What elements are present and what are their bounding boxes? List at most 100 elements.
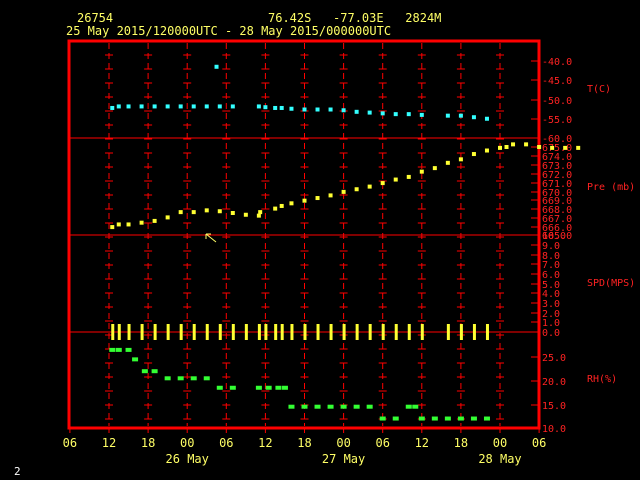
hour-label: 06	[532, 436, 546, 450]
temperature-point	[445, 113, 450, 118]
wind-speed-mark	[316, 324, 320, 340]
temperature-point	[230, 104, 235, 109]
rh-point	[392, 416, 399, 421]
hour-label: 06	[375, 436, 389, 450]
rh-point	[265, 385, 272, 390]
pressure-point	[256, 213, 261, 218]
pressure-point	[165, 215, 170, 220]
day-label: 28 May	[478, 452, 521, 466]
rh-point	[444, 416, 451, 421]
pressure-point	[139, 220, 144, 225]
pressure-point	[191, 210, 196, 215]
temperature-point	[393, 112, 398, 117]
pressure-point	[279, 203, 284, 208]
wind-speed-mark	[111, 324, 115, 340]
axis-tick-label: -40.0	[542, 57, 572, 68]
temperature-point	[273, 105, 278, 110]
wind-speed-mark	[342, 324, 346, 340]
pressure-point	[524, 142, 529, 147]
pressure-point	[406, 174, 411, 179]
wind-speed-mark	[368, 324, 372, 340]
rh-point	[327, 404, 334, 409]
temperature-point	[419, 112, 424, 117]
axis-tick-label: -45.0	[542, 76, 572, 87]
wind-speed-mark	[274, 324, 278, 340]
temperature-point	[380, 111, 385, 116]
pressure-point	[484, 148, 489, 153]
rh-point	[132, 357, 139, 362]
rh-point	[151, 369, 158, 374]
rh-point	[109, 347, 116, 352]
wind-speed-mark	[290, 324, 294, 340]
wind-speed-mark	[192, 324, 196, 340]
rh-point	[164, 376, 171, 381]
rh-point	[203, 376, 210, 381]
rh-point	[301, 404, 308, 409]
pressure-point	[471, 152, 476, 157]
pressure-point	[152, 218, 157, 223]
temperature-point	[178, 104, 183, 109]
pressure-point	[445, 160, 450, 165]
wind-speed-mark	[127, 324, 131, 340]
rh-point	[457, 416, 464, 421]
pressure-point	[243, 212, 248, 217]
wind-speed-mark	[205, 324, 209, 340]
pressure-point	[458, 157, 463, 162]
rh-point	[125, 347, 132, 352]
wind-speed-mark	[303, 324, 307, 340]
rh-point	[177, 376, 184, 381]
temperature-point	[152, 104, 157, 109]
temperature-point	[139, 104, 144, 109]
rh-point	[115, 347, 122, 352]
pressure-point	[302, 198, 307, 203]
axis-tick-label: -55.0	[542, 115, 572, 126]
pressure-point	[341, 189, 346, 194]
temperature-point	[263, 105, 268, 110]
day-label: 26 May	[166, 452, 209, 466]
rh-point	[470, 416, 477, 421]
pressure-point	[328, 193, 333, 198]
axis-tick-label: -50.0	[542, 96, 572, 107]
rh-point	[366, 404, 373, 409]
pressure-point	[110, 225, 115, 230]
rh-point	[483, 416, 490, 421]
pressure-point	[230, 211, 235, 215]
temperature-point	[116, 104, 121, 109]
rh-point	[141, 369, 148, 374]
axis-tick-label: 15.0	[542, 401, 566, 412]
pressure-point	[380, 181, 385, 186]
temperature-point	[354, 109, 359, 114]
temperature-point	[110, 105, 115, 110]
pressure-point	[432, 166, 437, 171]
hour-label: 12	[258, 436, 272, 450]
pressure-point	[537, 145, 542, 149]
wind-speed-mark	[394, 324, 398, 340]
temperature-point	[126, 104, 131, 109]
axis-tick-label: 10.0	[542, 424, 566, 435]
temperature-point	[302, 107, 307, 112]
wind-speed-mark	[329, 324, 333, 340]
hour-label: 00	[493, 436, 507, 450]
wind-speed-mark	[218, 324, 222, 340]
rh-point	[190, 376, 197, 381]
rh-point	[340, 404, 347, 409]
axis-title: RH(%)	[587, 374, 617, 385]
hour-label: 06	[219, 436, 233, 450]
hour-label: 12	[415, 436, 429, 450]
pressure-point	[498, 145, 502, 150]
axis-tick-label: 0.0	[542, 328, 560, 339]
temperature-point	[256, 104, 261, 109]
pressure-point	[289, 201, 294, 206]
temperature-point	[165, 104, 170, 109]
pressure-point	[354, 187, 359, 192]
temperature-point	[315, 107, 320, 112]
wind-speed-mark	[485, 324, 489, 340]
axis-title: T(C)	[587, 84, 611, 95]
rh-point	[405, 404, 412, 409]
hour-label: 12	[102, 436, 116, 450]
temperature-point	[406, 112, 411, 117]
temperature-point	[484, 116, 489, 121]
rh-point	[288, 404, 295, 409]
pressure-point	[204, 208, 209, 213]
pressure-point	[550, 145, 555, 150]
